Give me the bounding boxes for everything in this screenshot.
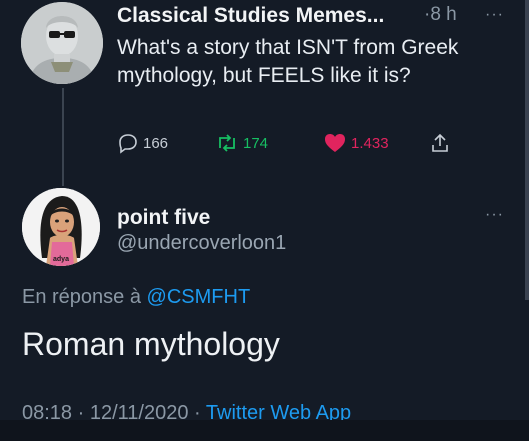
tweet2-author-name[interactable]: point five [117,206,210,230]
share-button[interactable] [429,132,455,154]
heart-icon [325,134,345,152]
reply-prefix: En réponse à [22,286,141,308]
tweet1-more-icon[interactable]: ··· [485,6,504,24]
reply-icon [119,134,137,154]
tweet1-timestamp[interactable]: ·8 h [424,4,457,26]
share-icon [432,133,448,152]
reply-mention-link[interactable]: @CSMFHT [147,286,251,308]
tweet2-handle[interactable]: @undercoverloon1 [117,232,286,255]
reply-count: 166 [143,134,169,152]
tweet2-more-icon[interactable]: ··· [485,206,504,224]
retweet-icon [219,134,235,152]
bottom-bar [0,420,529,441]
avatar-caption: adya [53,256,69,263]
like-button[interactable]: 1.433 [323,132,389,154]
reply-button[interactable]: 166 [117,132,168,154]
thread-connector-line [62,88,64,186]
statue-avatar-icon [21,2,103,84]
tweet2-text: Roman mythology [22,326,280,362]
like-count: 1.433 [351,134,389,152]
retweet-count: 174 [243,134,269,152]
tweet1-text: What's a story that ISN'T from Greek myt… [117,36,459,87]
tweet1-avatar[interactable] [21,2,103,84]
tweet1-actions: 166 174 1.433 [117,132,457,160]
reply-context: En réponse à @CSMFHT [22,286,250,309]
tweet1-author-name[interactable]: Classical Studies Memes... [117,4,384,28]
cartoon-avatar-icon: adya [22,188,100,266]
scrollbar[interactable] [525,0,529,300]
tweet2-avatar[interactable]: adya [22,188,100,266]
retweet-button[interactable]: 174 [215,132,268,154]
